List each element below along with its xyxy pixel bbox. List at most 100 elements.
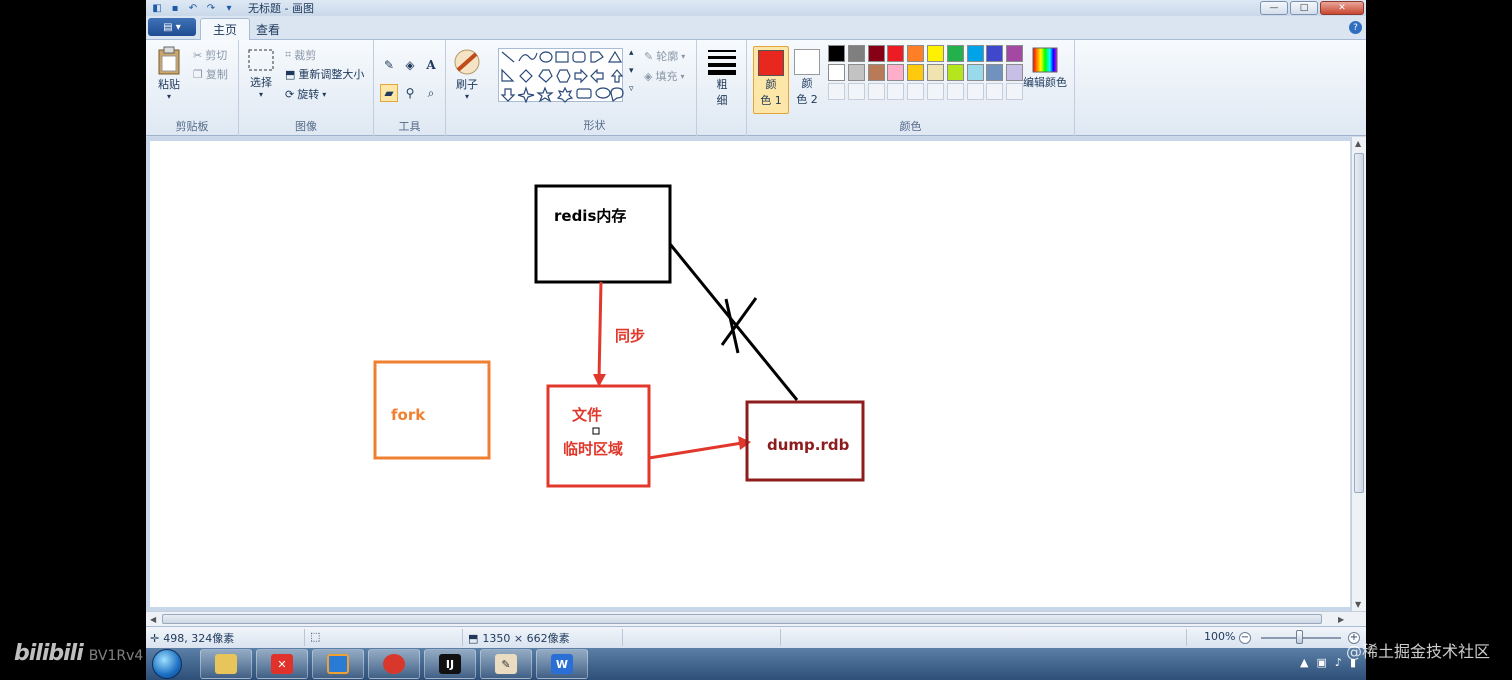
paint-app-icon[interactable]: ◧ — [150, 2, 164, 14]
magnifier-icon[interactable]: ⌕ — [422, 84, 440, 102]
shapes-expand[interactable]: ▿ — [629, 84, 634, 94]
undo-icon[interactable]: ↶ — [186, 2, 200, 14]
canvas-size: ⬒ 1350 × 662像素 — [468, 630, 570, 646]
custom-color-slot[interactable] — [847, 83, 865, 100]
scroll-right-icon[interactable]: ▶ — [1338, 615, 1344, 624]
taskbar-virtualbox[interactable] — [312, 649, 364, 679]
taskbar-paint[interactable]: ✎ — [480, 649, 532, 679]
vertical-scroll-thumb[interactable] — [1354, 153, 1364, 493]
vertical-scrollbar[interactable]: ▲ ▼ — [1351, 137, 1366, 611]
close-button[interactable]: ✕ — [1320, 1, 1364, 15]
tab-home[interactable]: 主页 — [200, 18, 251, 40]
cursor-position-icon: ✛ — [150, 631, 160, 645]
drawing-canvas[interactable]: redis内存 同步 fork 文件 临时区域 dump.rdb — [150, 141, 1350, 607]
palette-swatch[interactable] — [946, 45, 964, 62]
tray-device-icon[interactable]: ▣ — [1317, 656, 1327, 669]
palette-swatch[interactable] — [887, 64, 905, 81]
shapes-gallery[interactable] — [498, 48, 624, 104]
palette-swatch[interactable] — [907, 64, 925, 81]
palette-swatch[interactable] — [887, 45, 905, 62]
custom-color-slot[interactable] — [966, 83, 984, 100]
shapes-scroll-up[interactable]: ▴ — [629, 48, 634, 58]
crop-icon: ⌗ — [285, 48, 292, 61]
custom-color-slot[interactable] — [1006, 83, 1024, 100]
palette-swatch[interactable] — [1006, 64, 1024, 81]
paint-menu-button[interactable]: ▤ ▾ — [148, 18, 196, 36]
maximize-button[interactable]: □ — [1290, 1, 1318, 15]
color2-button[interactable]: 颜 色 2 — [789, 46, 825, 114]
taskbar-redis[interactable] — [368, 649, 420, 679]
palette-swatch[interactable] — [986, 45, 1004, 62]
palette-swatch[interactable] — [927, 64, 944, 81]
horizontal-scrollbar[interactable]: ◀ ▶ — [146, 611, 1366, 626]
custom-color-slot[interactable] — [887, 83, 905, 100]
scroll-up-icon[interactable]: ▲ — [1355, 139, 1361, 148]
scroll-left-icon[interactable]: ◀ — [150, 615, 156, 624]
paste-dropdown-icon[interactable]: ▾ — [167, 92, 171, 101]
scroll-down-icon[interactable]: ▼ — [1355, 600, 1361, 609]
canvas-size-text: 1350 × 662像素 — [482, 632, 570, 645]
zoom-out-button[interactable]: − — [1239, 632, 1251, 644]
start-button[interactable] — [152, 649, 182, 679]
custom-color-slot[interactable] — [867, 83, 885, 100]
size-button[interactable]: 粗 细 — [707, 48, 737, 108]
crop-button[interactable]: ⌗ 裁剪 — [285, 47, 316, 63]
zoom-slider-thumb[interactable] — [1296, 630, 1303, 644]
palette-swatch[interactable] — [847, 45, 865, 62]
cut-button[interactable]: ✂ 剪切 — [193, 47, 227, 63]
taskbar-xmind[interactable]: ✕ — [256, 649, 308, 679]
palette-swatch[interactable] — [966, 64, 984, 81]
text-tool-icon[interactable]: A — [422, 56, 440, 74]
custom-color-slot[interactable] — [986, 83, 1004, 100]
selection-size: ⬚ — [310, 630, 320, 643]
horizontal-scroll-thumb[interactable] — [162, 614, 1322, 624]
resize-button[interactable]: ⬒ 重新调整大小 — [285, 66, 364, 82]
color1-button[interactable]: 颜 色 1 — [753, 46, 789, 114]
redo-icon[interactable]: ↷ — [204, 2, 218, 14]
palette-swatch[interactable] — [907, 45, 925, 62]
shapes-scroll-down[interactable]: ▾ — [629, 66, 634, 76]
tab-view[interactable]: 查看 — [244, 18, 292, 40]
custom-color-slot[interactable] — [927, 83, 944, 100]
select-label: 选择 — [250, 76, 272, 89]
copy-button[interactable]: ❐ 复制 — [193, 66, 228, 82]
eraser-icon[interactable]: ▰ — [380, 84, 398, 102]
custom-color-slot[interactable] — [946, 83, 964, 100]
taskbar-intellij[interactable]: IJ — [424, 649, 476, 679]
fill-bucket-icon[interactable]: ◈ — [401, 56, 419, 74]
help-icon[interactable]: ? — [1349, 21, 1362, 34]
palette-swatch[interactable] — [986, 64, 1004, 81]
brushes-button[interactable]: 刷子 ▾ — [452, 48, 482, 101]
outline-button[interactable]: ✎ 轮廓 ▾ — [644, 48, 685, 64]
color-picker-icon[interactable]: ⚲ — [401, 84, 419, 102]
taskbar-wps[interactable]: W — [536, 649, 588, 679]
volume-icon[interactable]: ♪ — [1335, 656, 1342, 669]
custom-color-slot[interactable] — [828, 83, 845, 100]
bilibili-watermark: bilibili BV1Rv4 — [14, 641, 143, 666]
palette-swatch[interactable] — [867, 45, 885, 62]
palette-swatch[interactable] — [847, 64, 865, 81]
resize-label: 重新调整大小 — [298, 68, 365, 81]
redis-memory-label: redis内存 — [554, 207, 626, 225]
palette-swatch[interactable] — [867, 64, 885, 81]
minimize-button[interactable]: — — [1260, 1, 1288, 15]
save-icon[interactable]: ▪ — [168, 2, 182, 14]
fill-button[interactable]: ◈ 填充 ▾ — [644, 68, 684, 84]
rotate-button[interactable]: ⟳ 旋转 ▾ — [285, 86, 326, 102]
palette-swatch[interactable] — [828, 45, 845, 62]
palette-swatch[interactable] — [828, 64, 845, 81]
edit-colors-button[interactable]: 编辑颜色 — [1023, 46, 1067, 90]
tray-expand-icon[interactable]: ▲ — [1300, 656, 1308, 669]
palette-swatch[interactable] — [1006, 45, 1024, 62]
taskbar-explorer[interactable] — [200, 649, 252, 679]
customize-qat-icon[interactable]: ▾ — [222, 2, 236, 14]
palette-swatch[interactable] — [927, 45, 944, 62]
custom-color-slot[interactable] — [907, 83, 925, 100]
select-button[interactable]: 选择 ▾ — [247, 48, 275, 99]
palette-swatch[interactable] — [946, 64, 964, 81]
brushes-dropdown-icon[interactable]: ▾ — [465, 92, 469, 101]
palette-swatch[interactable] — [966, 45, 984, 62]
select-dropdown-icon[interactable]: ▾ — [259, 90, 263, 99]
pencil-icon[interactable]: ✎ — [380, 56, 398, 74]
paste-button[interactable]: 粘贴 ▾ — [156, 46, 182, 101]
